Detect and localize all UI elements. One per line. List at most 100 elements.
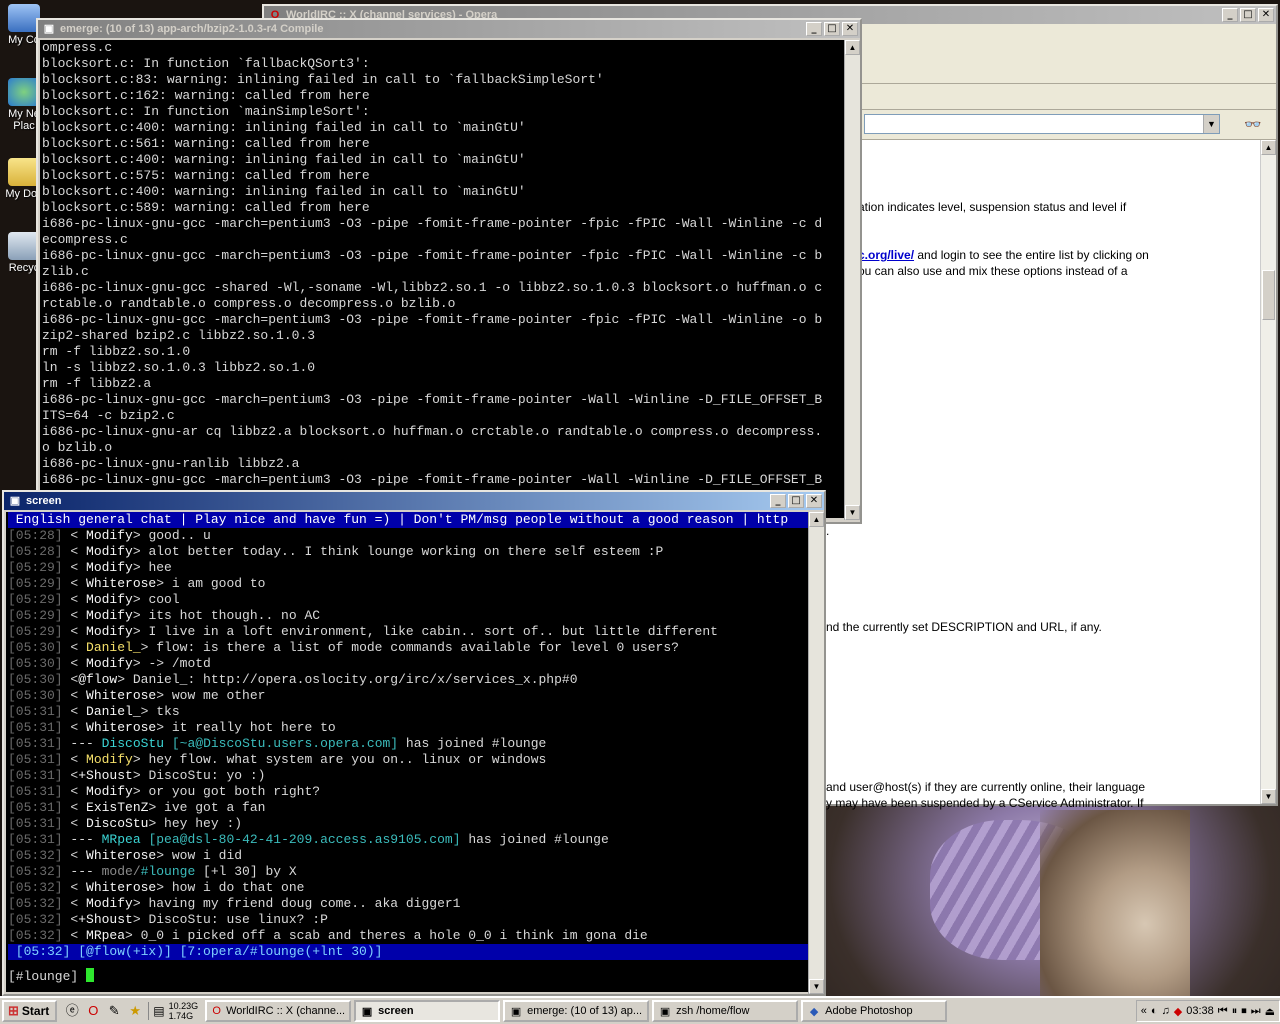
stop-icon[interactable]: ⏹ (1241, 1005, 1247, 1018)
minimize-button[interactable]: _ (1222, 8, 1238, 22)
scroll-up-icon[interactable]: ▲ (1261, 140, 1276, 155)
message-nick: Modify (86, 624, 133, 639)
pause-icon[interactable]: ⏸ (1232, 1005, 1238, 1018)
taskbar-button-photoshop[interactable]: ◆ Adobe Photoshop (801, 1000, 948, 1022)
message-timestamp: [05:28] (8, 544, 63, 559)
eject-icon[interactable]: ⏏ (1265, 1005, 1275, 1018)
close-button[interactable]: ✕ (842, 22, 858, 36)
close-button[interactable]: ✕ (1258, 8, 1274, 22)
glasses-icon[interactable]: 👓 (1244, 116, 1261, 133)
terminal-line: o bzlib.o (42, 440, 113, 455)
terminal-line: blocksort.c:575: warning: called from he… (42, 168, 370, 183)
chevron-down-icon[interactable]: ▼ (1203, 115, 1219, 133)
speaker-icon[interactable]: ♫ (1162, 1005, 1170, 1017)
message-nick: MRpea (101, 832, 141, 847)
message-separator: > (156, 848, 172, 863)
message-text: good.. u (148, 528, 211, 543)
terminal-line: rctable.o randtable.o compress.o decompr… (42, 296, 456, 311)
message-timestamp: [05:31] (8, 704, 63, 719)
terminal-scrollbar[interactable]: ▲ ▼ (808, 512, 824, 994)
message-prefix: < (62, 704, 87, 719)
close-button[interactable]: ✕ (806, 494, 822, 508)
terminal-line: blocksort.c: In function `mainSimpleSort… (42, 104, 370, 119)
scroll-up-icon[interactable]: ▲ (809, 512, 824, 527)
minimize-button[interactable]: _ (770, 494, 786, 508)
taskbar-button-screen[interactable]: ▣ screen (354, 1000, 501, 1022)
star-icon[interactable]: ★ (126, 1002, 144, 1020)
chat-message: [05:29] < Modify> hee (8, 560, 808, 576)
minimize-button[interactable]: _ (806, 22, 822, 36)
message-prefix: --- (62, 864, 102, 879)
memory-monitor-icon: ▤ (153, 1004, 165, 1018)
address-input[interactable]: ▼ (864, 114, 1220, 134)
chat-message: [05:29] < Whiterose> i am good to (8, 576, 808, 592)
input-line[interactable]: [#lounge] (8, 968, 808, 984)
chat-message: [05:32] < MRpea> 0_0 i picked off a scab… (8, 928, 808, 944)
message-timestamp: [05:31] (8, 800, 63, 815)
message-text: its hot though.. no AC (148, 608, 321, 623)
terminal-scrollbar[interactable]: ▲ ▼ (844, 40, 860, 520)
message-prefix: --- (62, 736, 102, 751)
terminal-output[interactable]: ompress.c blocksort.c: In function `fallb… (40, 40, 844, 518)
chevron-left-icon[interactable]: « (1141, 1005, 1147, 1017)
scroll-down-icon[interactable]: ▼ (845, 505, 860, 520)
message-nick: Modify (86, 784, 133, 799)
chat-message: [05:29] < Modify> cool (8, 592, 808, 608)
chat-message: [05:29] < Modify> its hot though.. no AC (8, 608, 808, 624)
tray-app-icon[interactable]: ◆ (1174, 1005, 1182, 1018)
previous-icon[interactable]: ⏮ (1218, 1005, 1228, 1018)
taskbar-button-zsh[interactable]: ▣ zsh /home/flow (652, 1000, 799, 1022)
message-text: has joined #lounge (398, 736, 547, 751)
terminal-line: i686-pc-linux-gnu-gcc -march=pentium3 -O… (42, 472, 823, 487)
putty-icon: ▣ (659, 1005, 671, 1018)
chat-message: [05:31] < Whiterose> it really hot here … (8, 720, 808, 736)
ie-icon[interactable]: ⓔ (63, 1002, 81, 1020)
message-nick: Whiterose (86, 576, 157, 591)
message-timestamp: [05:31] (8, 736, 63, 751)
message-text: wow i did (171, 848, 243, 863)
emerge-terminal-window[interactable]: ▣ emerge: (10 of 13) app-arch/bzip2-1.0.… (36, 18, 862, 524)
message-nick: Modify (86, 544, 133, 559)
message-separator: > (132, 656, 149, 671)
message-prefix: --- (62, 832, 102, 847)
message-timestamp: [05:30] (8, 672, 63, 687)
page-scrollbar[interactable]: ▲ ▼ (1260, 140, 1276, 804)
message-separator: > (148, 816, 165, 831)
message-nick: mode/ (101, 864, 141, 879)
taskbar-button-emerge[interactable]: ▣ emerge: (10 of 13) ap... (503, 1000, 650, 1022)
message-separator: > (132, 912, 149, 927)
maximize-button[interactable]: □ (788, 494, 804, 508)
message-timestamp: [05:31] (8, 832, 63, 847)
scrollbar-thumb[interactable] (1262, 270, 1275, 320)
chat-message: [05:32] --- mode/#lounge [+l 30] by X (8, 864, 808, 880)
terminal-line: i686-pc-linux-gnu-ar cq libbz2.a blockso… (42, 424, 823, 439)
screen-titlebar[interactable]: ▣ screen _ □ ✕ (4, 492, 824, 510)
scroll-down-icon[interactable]: ▼ (1261, 789, 1276, 804)
terminal-line: blocksort.c: In function `fallbackQSort3… (42, 56, 370, 71)
emerge-titlebar[interactable]: ▣ emerge: (10 of 13) app-arch/bzip2-1.0.… (38, 20, 860, 38)
message-nick: DiscoStu (86, 816, 149, 831)
page-link[interactable]: c.org/live/ (858, 248, 914, 262)
start-button[interactable]: ⊞ Start (2, 1000, 58, 1022)
tool-icon[interactable]: ✎ (105, 1002, 123, 1020)
scroll-down-icon[interactable]: ▼ (809, 979, 824, 994)
next-icon[interactable]: ⏭ (1251, 1005, 1261, 1018)
maximize-button[interactable]: □ (1240, 8, 1256, 22)
message-timestamp: [05:31] (8, 768, 63, 783)
message-prefix: < (62, 576, 87, 591)
network-icon[interactable]: ◐ (1151, 1005, 1158, 1017)
irc-client[interactable]: English general chat | Play nice and hav… (6, 512, 808, 992)
message-prefix: < (62, 768, 79, 783)
terminal-line: i686-pc-linux-gnu-gcc -march=pentium3 -O… (42, 312, 823, 327)
terminal-line: rm -f libbz2.a (42, 376, 152, 391)
terminal-line: i686-pc-linux-gnu-gcc -march=pentium3 -O… (42, 392, 823, 407)
screen-terminal-window[interactable]: ▣ screen _ □ ✕ English general chat | Pl… (2, 490, 826, 996)
message-text: tks (156, 704, 180, 719)
opera-icon[interactable]: O (84, 1002, 102, 1020)
maximize-button[interactable]: □ (824, 22, 840, 36)
taskbar-button-opera[interactable]: O WorldIRC :: X (channe... (205, 1000, 352, 1022)
message-text: ive got a fan (164, 800, 266, 815)
chat-message: [05:31] --- DiscoStu [~a@DiscoStu.users.… (8, 736, 808, 752)
scroll-up-icon[interactable]: ▲ (845, 40, 860, 55)
message-separator: > (132, 896, 149, 911)
